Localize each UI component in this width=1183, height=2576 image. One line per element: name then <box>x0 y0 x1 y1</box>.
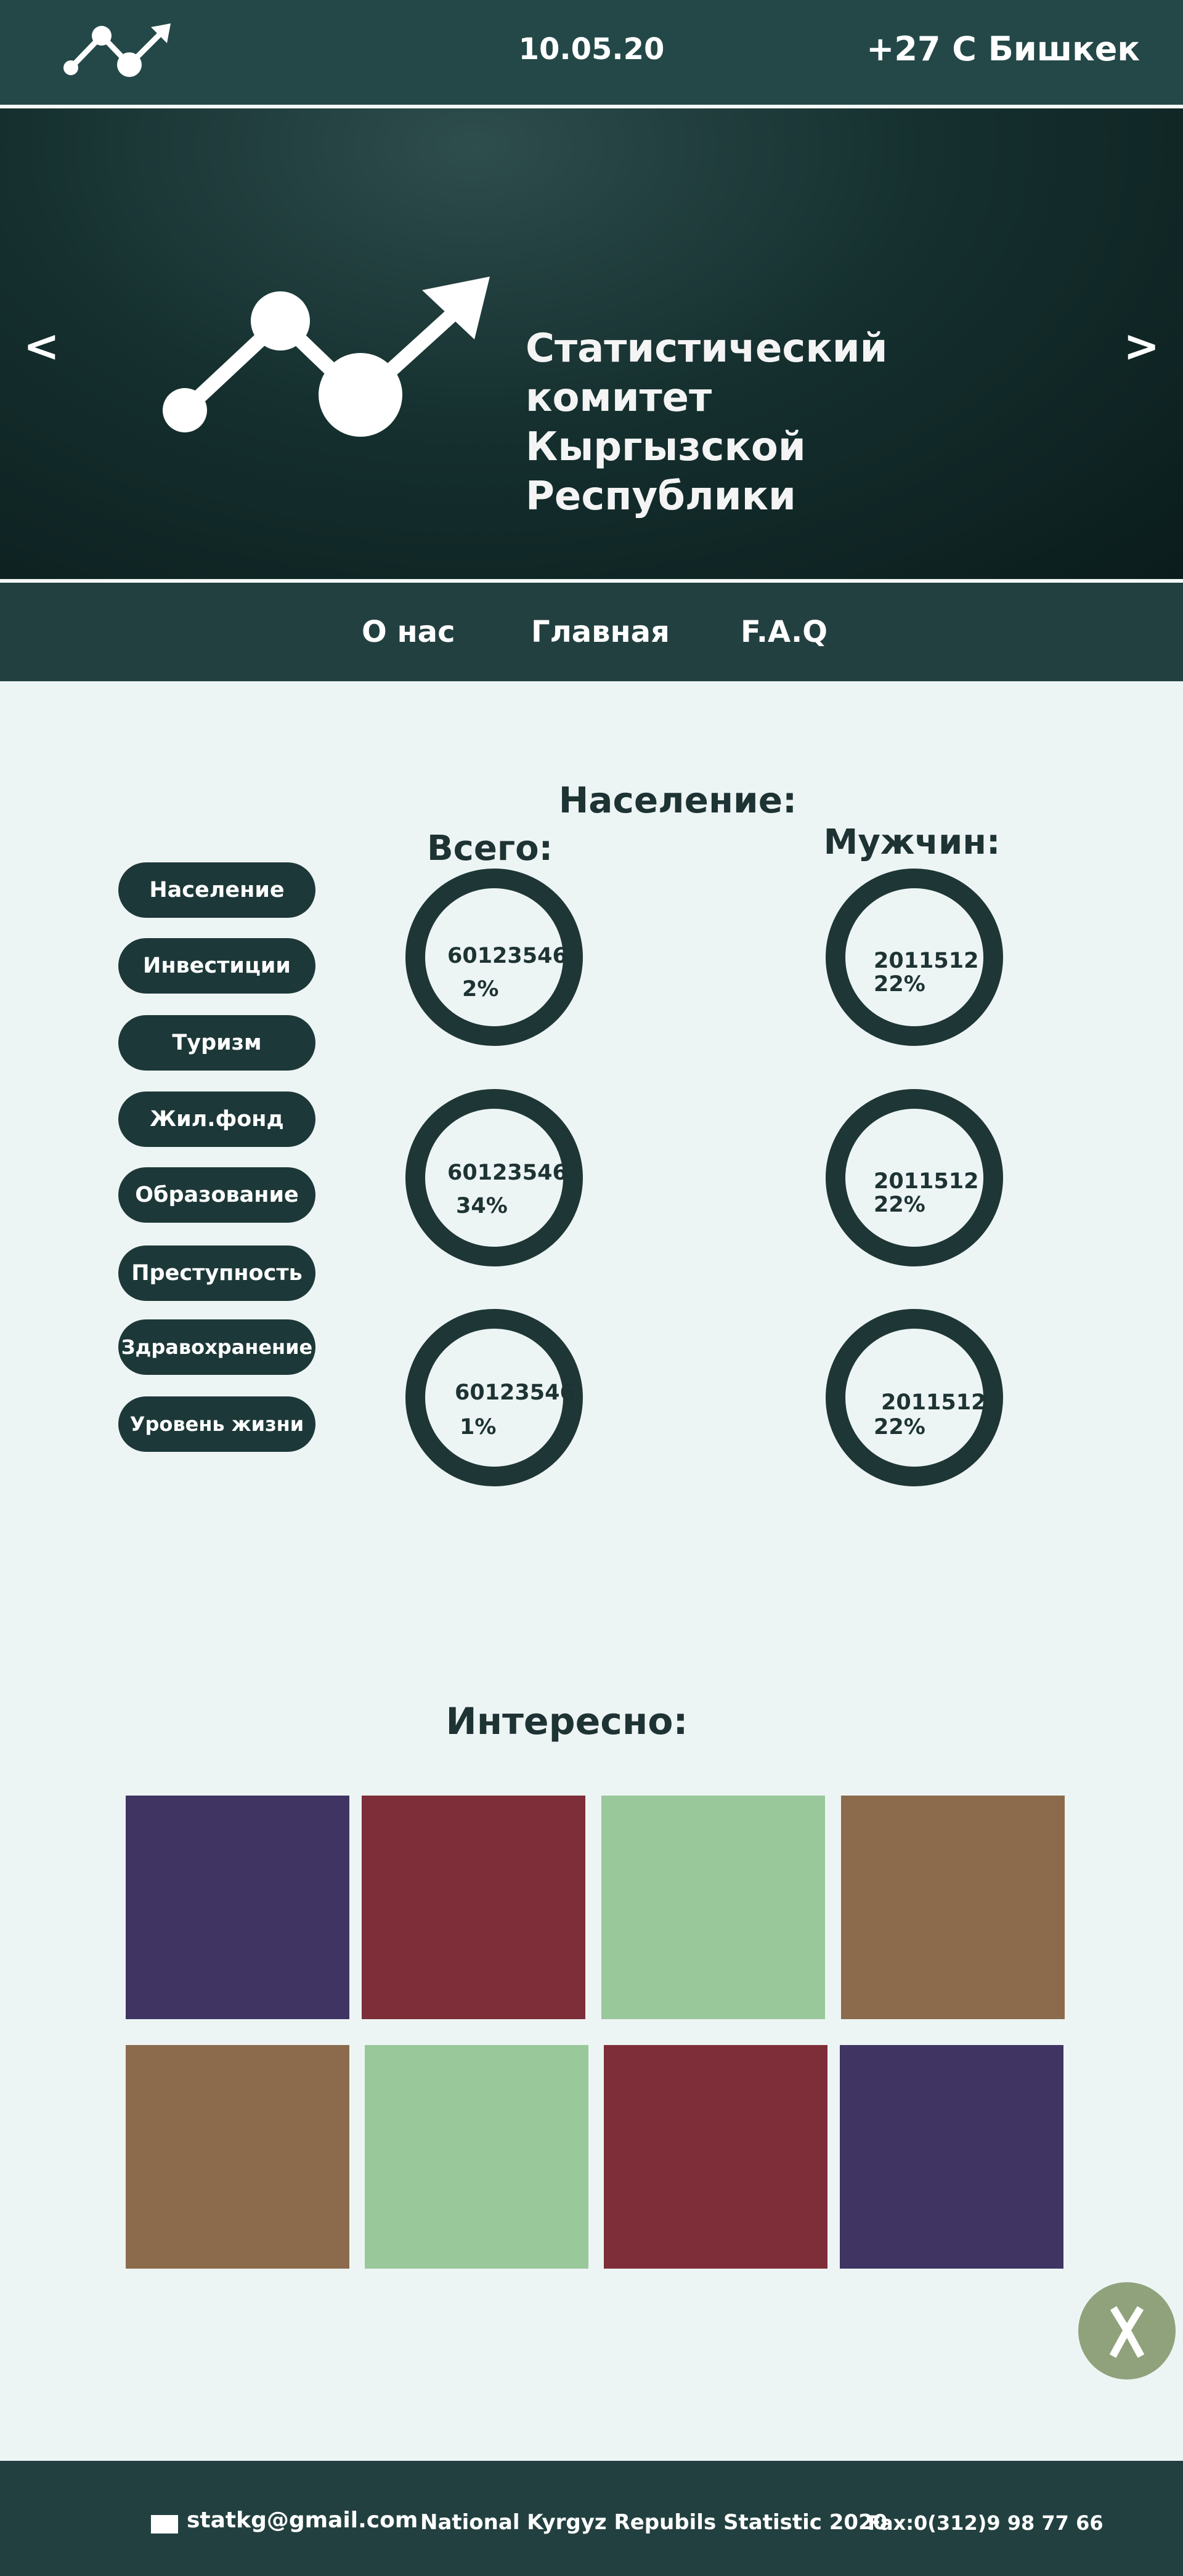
nav-home[interactable]: Главная <box>531 615 670 649</box>
stat-ring-male: 2011512 22% <box>826 1309 1003 1486</box>
category-button-education[interactable]: Образование <box>118 1167 315 1223</box>
column-title-male: Мужчин: <box>823 822 1001 862</box>
hero-slider: < > Статистический комитет Кыргызской Ре… <box>0 108 1183 657</box>
interesting-tile[interactable] <box>601 1796 825 2019</box>
stat-percent: 22% <box>874 1193 925 1217</box>
stat-percent: 34% <box>456 1194 508 1218</box>
mail-icon <box>151 2515 178 2533</box>
stat-value: 2011512 <box>874 949 979 973</box>
main-nav: О нас Главная F.A.Q <box>0 583 1183 681</box>
weather-city: +27 С Бишкек <box>866 30 1140 68</box>
interesting-tile[interactable] <box>365 2045 588 2269</box>
current-date: 10.05.20 <box>518 32 665 67</box>
nav-faq[interactable]: F.A.Q <box>741 615 827 649</box>
category-button-housing[interactable]: Жил.фонд <box>118 1092 315 1147</box>
section-title: Население: <box>558 779 797 821</box>
interesting-tile[interactable] <box>362 1796 585 2019</box>
hero-title-line: Статистический комитет <box>526 326 888 421</box>
interesting-tile[interactable] <box>840 2045 1063 2269</box>
stat-ring-male: 2011512 22% <box>826 1089 1003 1266</box>
column-title-total: Всего: <box>427 828 553 869</box>
stat-percent: 22% <box>874 1415 925 1440</box>
category-button-tourism[interactable]: Туризм <box>118 1015 315 1071</box>
category-button-population[interactable]: Население <box>118 862 315 918</box>
stat-value: 60123546 <box>447 1160 567 1185</box>
stat-ring-total: 60123546 2% <box>405 869 583 1046</box>
interesting-tile[interactable] <box>604 2045 827 2269</box>
footer-copyright: National Kyrgyz Repubils Statistic 2020 <box>420 2510 888 2535</box>
category-button-healthcare[interactable]: Здравохранение <box>118 1319 315 1375</box>
stat-percent: 22% <box>874 972 925 997</box>
interesting-tile[interactable] <box>126 1796 349 2019</box>
stat-value: 2011512 <box>874 1169 979 1194</box>
hero-title: Статистический комитет Кыргызской Респуб… <box>526 324 1080 521</box>
interesting-tile[interactable] <box>126 2045 349 2269</box>
lambda-icon <box>1109 2306 1145 2358</box>
footer-email[interactable]: statkg@gmail.com <box>187 2508 418 2533</box>
slider-prev-button[interactable]: < <box>23 321 60 371</box>
nav-about[interactable]: О нас <box>362 615 455 649</box>
stat-value: 60123546 <box>447 944 567 968</box>
category-button-crime[interactable]: Преступность <box>118 1245 315 1301</box>
stat-value: 60123546 <box>455 1380 575 1405</box>
category-button-investments[interactable]: Инвестиции <box>118 938 315 994</box>
stat-percent: 1% <box>460 1415 497 1440</box>
scroll-top-button[interactable] <box>1078 2282 1176 2380</box>
slider-next-button[interactable]: > <box>1123 321 1160 371</box>
footer: statkg@gmail.com National Kyrgyz Repubil… <box>0 2461 1183 2576</box>
stat-ring-total: 60123546 1% <box>405 1309 583 1486</box>
stats-up-icon[interactable] <box>59 18 176 86</box>
stat-value: 2011512 <box>881 1390 986 1415</box>
category-button-living-standard[interactable]: Уровень жизни <box>118 1396 315 1452</box>
stats-up-icon <box>163 277 490 437</box>
hero-title-line: Кыргызской Республики <box>526 424 806 519</box>
top-bar: 10.05.20 +27 С Бишкек <box>0 0 1183 105</box>
section-title: Интересно: <box>445 1700 688 1743</box>
stat-ring-total: 60123546 34% <box>405 1089 583 1266</box>
stat-ring-male: 2011512 22% <box>826 869 1003 1046</box>
footer-fax: Fax:0(312)9 98 77 66 <box>868 2511 1104 2535</box>
stat-percent: 2% <box>462 977 499 1002</box>
interesting-tile[interactable] <box>841 1796 1065 2019</box>
